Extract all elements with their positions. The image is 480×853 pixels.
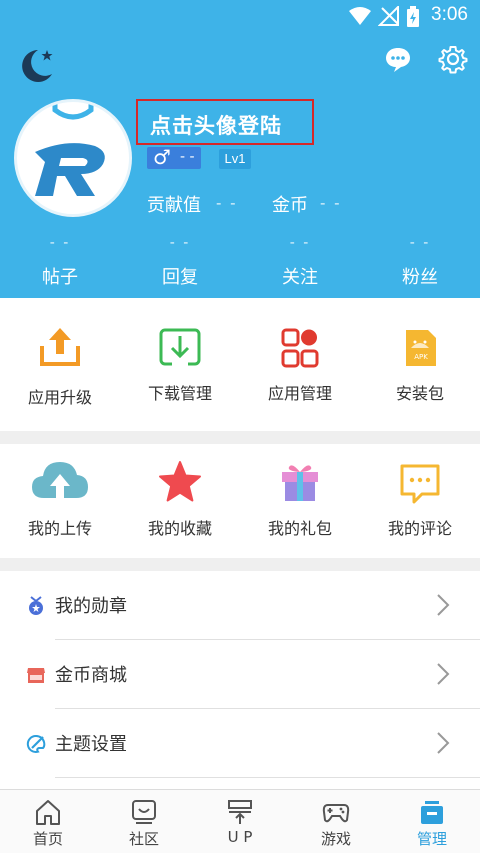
app-tools-section: 应用升级 下载管理 应用管理 APK 安装包 [0, 298, 480, 431]
my-uploads-item[interactable]: 我的上传 [0, 444, 120, 558]
app-manager-item[interactable]: 应用管理 [240, 298, 360, 431]
battery-icon [407, 6, 419, 27]
tab-up[interactable]: U P [192, 790, 288, 853]
tab-label: U P [227, 828, 253, 846]
download-tray-icon [159, 328, 201, 366]
cloud-upload-icon [32, 462, 88, 498]
tab-label: 游戏 [320, 830, 351, 848]
gender-badge: ♂ - - [147, 145, 201, 169]
tab-games[interactable]: 游戏 [288, 790, 384, 853]
home-icon [36, 800, 60, 825]
profile-header: 3:06 点击头像登陆 ♂ - - Lv1 贡献值 - - 金币 - - - -… [0, 0, 480, 298]
svg-text:APK: APK [414, 353, 428, 361]
counter-label: 回复 [162, 267, 198, 288]
up-icon [228, 800, 252, 824]
avatar[interactable] [14, 99, 132, 217]
coin-shop-row[interactable]: 金币商城 [0, 640, 480, 708]
tab-manage[interactable]: 管理 [384, 790, 480, 853]
gender-value: - - [180, 149, 195, 165]
grid-label: 我的上传 [27, 519, 92, 538]
grid-label: 下载管理 [147, 384, 212, 403]
counter-following[interactable]: - - 关注 [240, 235, 360, 289]
grid-label: 我的礼包 [267, 519, 332, 538]
profile-counters: - - 帖子 - - 回复 - - 关注 - - 粉丝 [0, 235, 480, 295]
row-label: 我的勋章 [55, 596, 127, 617]
chevron-right-icon [437, 732, 450, 754]
male-icon: ♂ [153, 145, 171, 169]
manage-icon [421, 801, 443, 824]
gamepad-icon [322, 804, 350, 823]
chevron-right-icon [437, 663, 450, 685]
counter-posts[interactable]: - - 帖子 [0, 235, 120, 289]
counter-value: - - [289, 235, 311, 251]
login-prompt[interactable]: 点击头像登陆 [150, 110, 282, 140]
install-package-item[interactable]: APK 安装包 [360, 298, 480, 431]
settings-list: 我的勋章 金币商城 主题设置 [0, 571, 480, 789]
tab-community[interactable]: 社区 [96, 790, 192, 853]
upload-tray-icon [40, 328, 80, 366]
my-content-section: 我的上传 我的收藏 我的礼包 我的评论 [0, 444, 480, 558]
counter-replies[interactable]: - - 回复 [120, 235, 240, 289]
profile-screen: 3:06 点击头像登陆 ♂ - - Lv1 贡献值 - - 金币 - - - -… [0, 0, 480, 853]
settings-gear-icon[interactable] [438, 44, 468, 74]
divider [55, 777, 480, 778]
grid-label: 安装包 [395, 384, 444, 403]
counter-label: 粉丝 [402, 267, 438, 288]
community-icon [132, 800, 156, 824]
comment-icon [400, 464, 440, 504]
apps-grid-icon [281, 328, 319, 368]
message-icon[interactable] [384, 45, 412, 73]
tab-home[interactable]: 首页 [0, 790, 96, 853]
contribution-label: 贡献值 [147, 195, 201, 216]
coins-value: - - [320, 194, 342, 212]
my-comments-item[interactable]: 我的评论 [360, 444, 480, 558]
level-badge: Lv1 [219, 149, 251, 169]
login-prompt-box[interactable]: 点击头像登陆 [136, 99, 314, 145]
grid-label: 我的评论 [387, 519, 452, 538]
status-time: 3:06 [431, 4, 468, 25]
wifi-icon [349, 7, 371, 25]
theme-settings-row[interactable]: 主题设置 [0, 709, 480, 777]
grid-label: 我的收藏 [147, 519, 212, 538]
grid-label: 应用管理 [267, 384, 332, 403]
contribution-value: - - [216, 194, 238, 212]
avatar-logo-icon [35, 102, 105, 196]
counter-value: - - [49, 235, 71, 251]
my-favorites-item[interactable]: 我的收藏 [120, 444, 240, 558]
shop-icon [27, 668, 45, 683]
grid-label: 应用升级 [27, 388, 92, 407]
my-medals-row[interactable]: 我的勋章 [0, 571, 480, 639]
tab-label: 社区 [128, 830, 159, 848]
download-manager-item[interactable]: 下载管理 [120, 298, 240, 431]
medal-icon [29, 596, 43, 615]
app-upgrade-item[interactable]: 应用升级 [0, 298, 120, 431]
counter-value: - - [169, 235, 191, 251]
palette-icon [26, 734, 46, 753]
status-bar: 3:06 [0, 0, 480, 32]
apk-file-icon: APK [406, 330, 436, 366]
tab-label: 首页 [32, 830, 63, 848]
my-gifts-item[interactable]: 我的礼包 [240, 444, 360, 558]
row-label: 主题设置 [55, 734, 127, 755]
counter-label: 帖子 [42, 267, 78, 288]
counter-label: 关注 [282, 267, 318, 288]
coins-label: 金币 [272, 195, 308, 216]
counter-fans[interactable]: - - 粉丝 [360, 235, 480, 289]
counter-value: - - [409, 235, 431, 251]
chevron-right-icon [437, 594, 450, 616]
tab-label: 管理 [416, 830, 447, 848]
star-icon [159, 461, 201, 502]
signal-icon [378, 6, 399, 26]
gift-icon [282, 465, 318, 501]
bottom-tab-bar: 首页 社区 U P 游戏 管理 [0, 789, 480, 853]
row-label: 金币商城 [55, 665, 127, 686]
night-mode-icon[interactable] [14, 44, 56, 86]
